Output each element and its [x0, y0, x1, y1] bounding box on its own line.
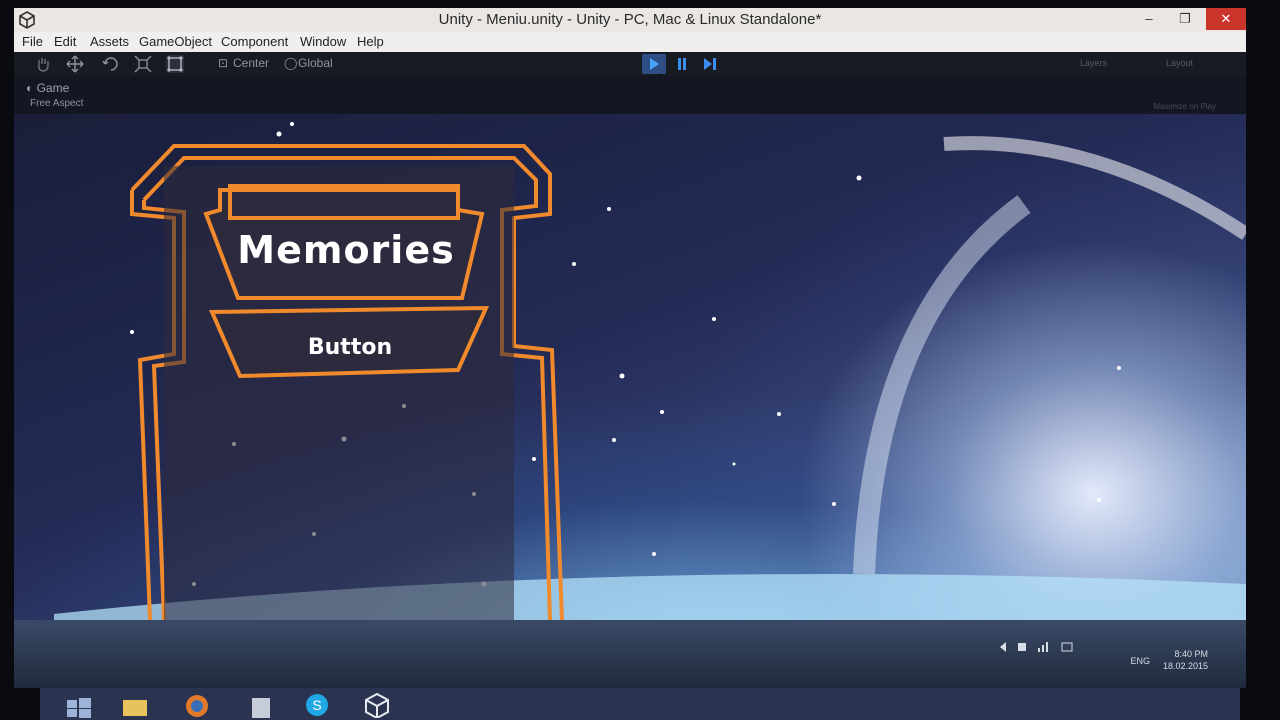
- game-tab-label: Game: [36, 81, 70, 95]
- menu-component[interactable]: Component: [221, 34, 288, 49]
- window-title: Unity - Meniu.unity - Unity - PC, Mac & …: [438, 11, 822, 28]
- menu-button[interactable]: Button: [214, 326, 486, 368]
- clock-time: 8:40 PM: [1174, 649, 1208, 659]
- clock-date: 18.02.2015: [1162, 661, 1208, 671]
- rect-tool-icon[interactable]: [166, 55, 184, 73]
- explorer-icon[interactable]: [120, 694, 150, 718]
- network-icon: [1038, 648, 1040, 652]
- unity-editor-window: Unity - Meniu.unity - Unity - PC, Mac & …: [14, 8, 1246, 688]
- file-manager-icon[interactable]: [246, 694, 276, 718]
- skype-icon[interactable]: S: [302, 692, 332, 718]
- planet-edge: [853, 195, 1031, 575]
- speaker-icon: [1018, 643, 1026, 651]
- flag-icon: [1061, 642, 1073, 652]
- taskbar-pinned: S: [40, 688, 1240, 720]
- menu-edit[interactable]: Edit: [54, 34, 76, 49]
- game-viewport[interactable]: Memories Button: [14, 114, 1246, 620]
- pivot-global-toggle[interactable]: Global: [298, 56, 333, 70]
- menu-button-label: Button: [307, 335, 393, 360]
- hand-tool-icon[interactable]: [34, 55, 52, 73]
- windows-taskbar: ENG 8:40 PM 18.02.2015: [14, 620, 1246, 688]
- menu-bar: File Edit Assets GameObject Component Wi…: [14, 32, 1246, 52]
- step-icon[interactable]: [698, 54, 722, 74]
- layout-dropdown[interactable]: Layout: [1166, 58, 1193, 68]
- language-indicator[interactable]: ENG: [1130, 656, 1150, 666]
- title-bar: Unity - Meniu.unity - Unity - PC, Mac & …: [14, 8, 1246, 32]
- rotate-tool-icon[interactable]: [102, 55, 120, 73]
- pivot-global-icon[interactable]: ◯: [284, 56, 297, 70]
- unity-taskbar-icon[interactable]: [362, 692, 392, 718]
- scale-tool-icon[interactable]: [134, 55, 152, 73]
- aspect-dropdown[interactable]: Free Aspect: [30, 98, 83, 109]
- start-button-icon[interactable]: [64, 694, 94, 718]
- pivot-center-icon[interactable]: ⊡: [218, 56, 228, 70]
- minimize-button[interactable]: –: [1132, 8, 1166, 30]
- maximize-button[interactable]: ❐: [1168, 8, 1202, 30]
- pause-icon[interactable]: [670, 54, 694, 74]
- layers-dropdown[interactable]: Layers: [1080, 58, 1107, 68]
- menu-window[interactable]: Window: [300, 34, 346, 49]
- close-button[interactable]: ✕: [1206, 8, 1246, 30]
- menu-gameobject[interactable]: GameObject: [139, 34, 212, 49]
- toolbar: ⊡ Center ◯ Global Layers Layout: [14, 52, 1246, 93]
- menu-file[interactable]: File: [22, 34, 43, 49]
- pivot-center-toggle[interactable]: Center: [233, 56, 269, 70]
- game-view-header: ◐ Game Free Aspect Maximize on Play: [14, 76, 1246, 114]
- tray-icons: [1000, 642, 1073, 652]
- firefox-icon[interactable]: [182, 692, 212, 718]
- game-tab[interactable]: ◐ Game: [26, 81, 69, 95]
- menu-help[interactable]: Help: [357, 34, 384, 49]
- svg-text:S: S: [312, 697, 321, 713]
- menu-title: Memories: [237, 228, 455, 272]
- space-background: [54, 122, 1246, 620]
- playback-controls: [642, 54, 724, 74]
- play-icon[interactable]: [642, 54, 666, 74]
- menu-assets[interactable]: Assets: [90, 34, 129, 49]
- clock[interactable]: 8:40 PM 18.02.2015: [1163, 648, 1208, 672]
- maximize-on-play-toggle[interactable]: Maximize on Play: [1153, 102, 1216, 111]
- tray-arrow-icon: [1000, 642, 1006, 652]
- move-tool-icon[interactable]: [66, 55, 84, 73]
